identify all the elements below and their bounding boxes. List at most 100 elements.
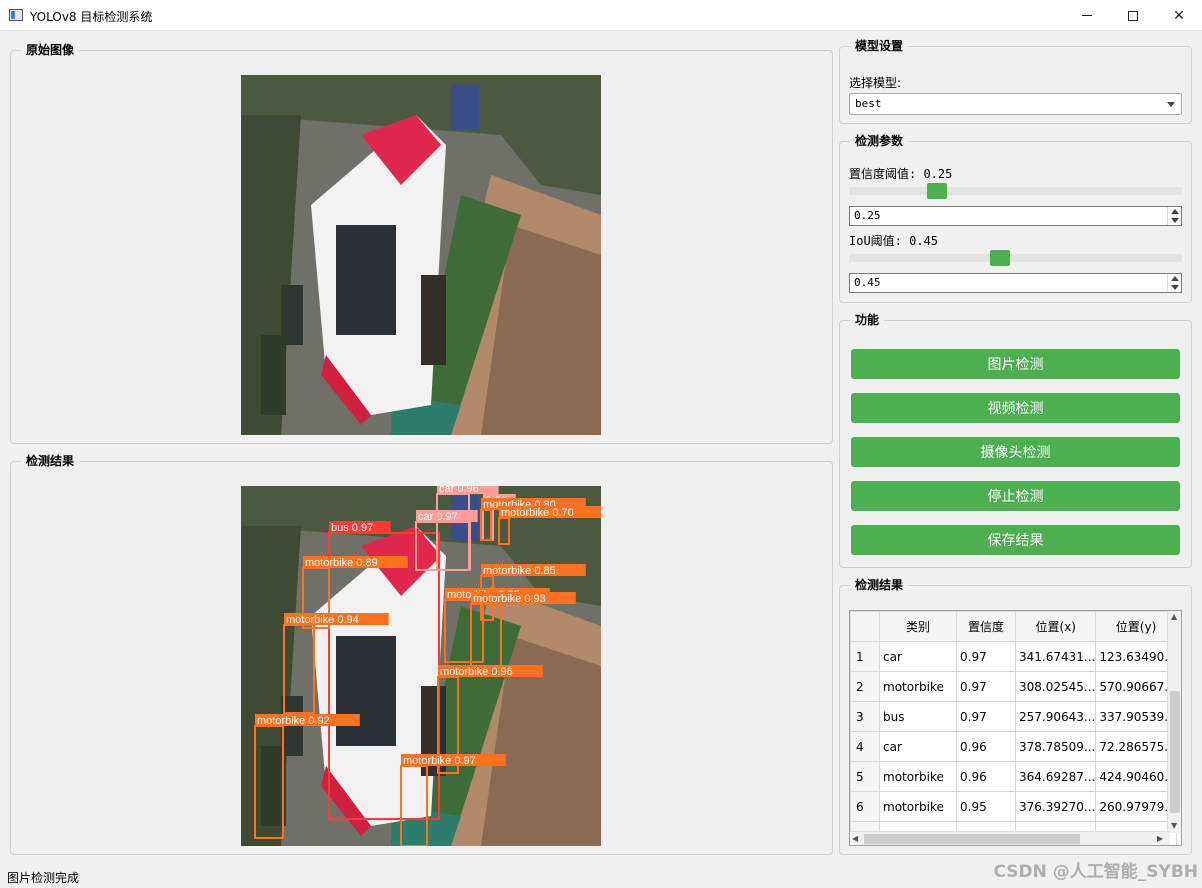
- class-cell[interactable]: motorbike: [879, 671, 957, 702]
- column-header-confidence[interactable]: 置信度: [956, 611, 1016, 642]
- detection-label: motorbike 0.94: [286, 614, 359, 626]
- model-select-value: best: [855, 97, 882, 110]
- minimize-icon: [1082, 15, 1092, 16]
- row-number-cell[interactable]: 1: [850, 641, 880, 672]
- confidence-cell[interactable]: 0.97: [956, 701, 1016, 732]
- confidence-cell[interactable]: 0.97: [956, 641, 1016, 672]
- scroll-up-icon[interactable]: ▲: [1171, 612, 1177, 621]
- iou-spinbox-value: 0.45: [854, 276, 881, 289]
- results-table[interactable]: 类别 置信度 位置(x) 位置(y) 1 car 0.97 341.67431... 1…: [849, 610, 1182, 846]
- detection-label: motorbike 0.96: [440, 666, 513, 678]
- table-header-row: 类别 置信度 位置(x) 位置(y): [850, 611, 1177, 642]
- confidence-cell[interactable]: 0.97: [956, 671, 1016, 702]
- column-header-y[interactable]: 位置(y): [1095, 611, 1177, 642]
- minimize-button[interactable]: [1064, 0, 1110, 31]
- results-table-title: 检测结果: [850, 577, 909, 593]
- image-detect-button[interactable]: 图片检测: [851, 349, 1180, 379]
- row-number-cell[interactable]: 3: [850, 701, 880, 732]
- function-title: 功能: [850, 312, 885, 328]
- conf-threshold-label: 置信度阈值: 0.25: [849, 167, 953, 181]
- maximize-button[interactable]: [1110, 0, 1156, 31]
- save-result-button[interactable]: 保存结果: [851, 525, 1180, 555]
- model-settings-title: 模型设置: [850, 38, 909, 54]
- scroll-right-icon[interactable]: ▶: [1157, 834, 1163, 843]
- app-icon: [9, 9, 23, 21]
- y-cell[interactable]: 260.97979...: [1095, 791, 1177, 822]
- row-number-cell[interactable]: 5: [850, 761, 880, 792]
- table-row[interactable]: 3 bus 0.97 257.90643... 337.90539...: [850, 701, 1177, 732]
- spin-down-icon[interactable]: [1171, 285, 1179, 290]
- detection-label: motorbike 0.85: [483, 565, 556, 577]
- conf-spinbox-value: 0.25: [854, 209, 881, 222]
- y-cell[interactable]: 72.286575...: [1095, 731, 1177, 762]
- spin-up-icon[interactable]: [1171, 209, 1179, 214]
- confidence-cell[interactable]: 0.96: [956, 761, 1016, 792]
- row-number-cell[interactable]: 6: [850, 791, 880, 822]
- x-cell[interactable]: 308.02545...: [1014, 671, 1097, 702]
- window-title: YOLOv8 目标检测系统: [30, 10, 153, 24]
- table-row[interactable]: 4 car 0.96 378.78509... 72.286575...: [850, 731, 1177, 762]
- x-cell[interactable]: 257.90643...: [1014, 701, 1097, 732]
- table-row[interactable]: 6 motorbike 0.95 376.39270... 260.97979...: [850, 791, 1177, 822]
- x-cell[interactable]: 378.78509...: [1014, 731, 1097, 762]
- iou-slider-groove: [849, 254, 1182, 262]
- table-vertical-scrollbar[interactable]: ▲ ▼: [1167, 611, 1181, 833]
- model-select[interactable]: best: [849, 93, 1182, 115]
- detection-label: motorbike 0.70: [501, 507, 574, 519]
- detection-label: car 0.96: [439, 486, 479, 495]
- y-cell[interactable]: 424.90460...: [1095, 761, 1177, 792]
- video-detect-button[interactable]: 视频检测: [851, 393, 1180, 423]
- watermark: CSDN @人工智能_SYBH: [993, 862, 1198, 882]
- corner-cell[interactable]: [850, 611, 880, 642]
- class-cell[interactable]: motorbike: [879, 791, 957, 822]
- vertical-scroll-thumb[interactable]: [1170, 691, 1180, 813]
- confidence-cell[interactable]: 0.96: [956, 731, 1016, 762]
- detection-params-title: 检测参数: [850, 133, 909, 149]
- class-cell[interactable]: car: [879, 641, 957, 672]
- iou-spinbox[interactable]: 0.45: [849, 273, 1182, 293]
- column-header-class[interactable]: 类别: [879, 611, 957, 642]
- conf-spinbox[interactable]: 0.25: [849, 206, 1182, 226]
- status-bar: 图片检测完成: [7, 871, 80, 885]
- iou-threshold-label: IoU阈值: 0.45: [849, 234, 939, 248]
- x-cell[interactable]: 364.69287...: [1014, 761, 1097, 792]
- class-cell[interactable]: bus: [879, 701, 957, 732]
- conf-slider[interactable]: [849, 181, 1182, 201]
- scroll-down-icon[interactable]: ▼: [1171, 821, 1177, 830]
- maximize-icon: [1128, 10, 1138, 21]
- title-bar: YOLOv8 目标检测系统 ✕: [0, 0, 1202, 31]
- result-image-title: 检测结果: [21, 453, 80, 469]
- table-horizontal-scrollbar[interactable]: ◀ ▶: [850, 831, 1170, 845]
- conf-slider-handle[interactable]: [927, 183, 947, 199]
- y-cell[interactable]: 123.63490...: [1095, 641, 1177, 672]
- table-row[interactable]: 1 car 0.97 341.67431... 123.63490...: [850, 641, 1177, 672]
- confidence-cell[interactable]: 0.95: [956, 791, 1016, 822]
- camera-detect-button[interactable]: 摄像头检测: [851, 437, 1180, 467]
- y-cell[interactable]: 570.90667...: [1095, 671, 1177, 702]
- original-image-title: 原始图像: [21, 42, 80, 58]
- close-button[interactable]: ✕: [1156, 0, 1202, 31]
- horizontal-scroll-thumb[interactable]: [864, 834, 1080, 844]
- x-cell[interactable]: 376.39270...: [1014, 791, 1097, 822]
- iou-slider[interactable]: [849, 248, 1182, 268]
- y-cell[interactable]: 337.90539...: [1095, 701, 1177, 732]
- class-cell[interactable]: motorbike: [879, 761, 957, 792]
- row-number-cell[interactable]: 2: [850, 671, 880, 702]
- detection-label: motorbike 0.89: [305, 557, 378, 569]
- spin-up-icon[interactable]: [1171, 276, 1179, 281]
- class-cell[interactable]: car: [879, 731, 957, 762]
- detection-label: motorbike 0.92: [257, 715, 330, 727]
- conf-slider-groove: [849, 187, 1182, 195]
- iou-slider-handle[interactable]: [990, 250, 1010, 266]
- model-select-label: 选择模型:: [849, 76, 902, 90]
- detection-label: motorbike 0.93: [473, 593, 546, 605]
- spin-down-icon[interactable]: [1171, 218, 1179, 223]
- column-header-x[interactable]: 位置(x): [1014, 611, 1097, 642]
- row-number-cell[interactable]: 4: [850, 731, 880, 762]
- table-row[interactable]: 2 motorbike 0.97 308.02545... 570.90667...: [850, 671, 1177, 702]
- chevron-down-icon: [1167, 102, 1175, 107]
- x-cell[interactable]: 341.67431...: [1014, 641, 1097, 672]
- stop-detect-button[interactable]: 停止检测: [851, 481, 1180, 511]
- scroll-left-icon[interactable]: ◀: [852, 834, 858, 843]
- table-row[interactable]: 5 motorbike 0.96 364.69287... 424.90460...: [850, 761, 1177, 792]
